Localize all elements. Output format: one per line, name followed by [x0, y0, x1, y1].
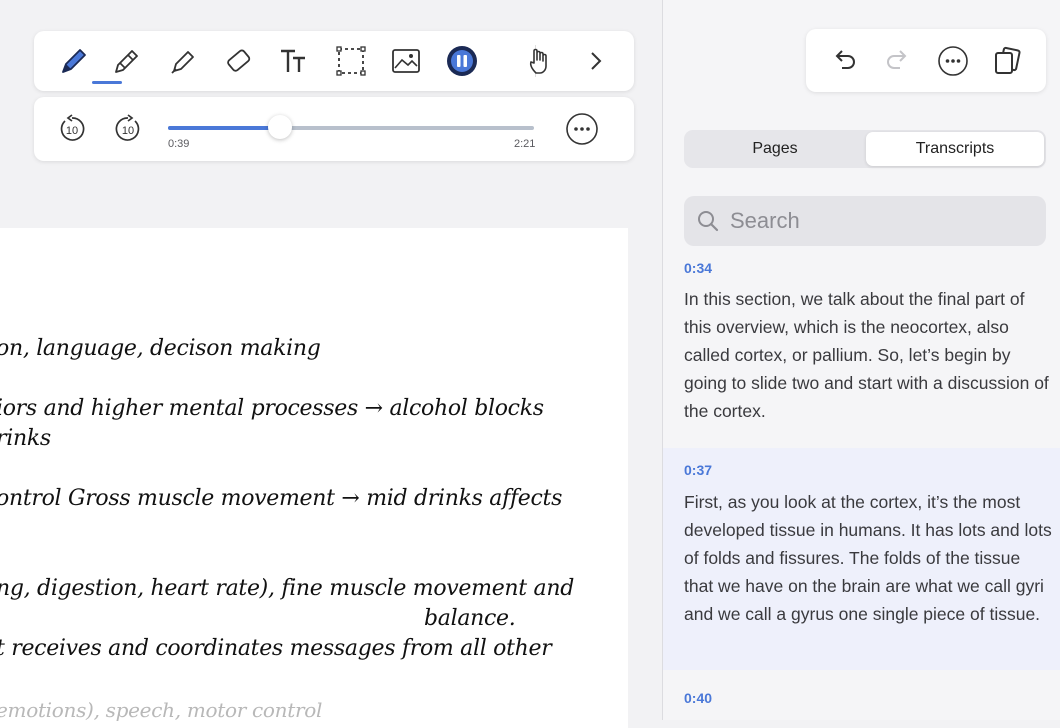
image-tool[interactable]	[386, 41, 426, 81]
skip-back-label: 10	[66, 125, 78, 137]
drawing-toolbar	[34, 31, 634, 91]
highlighter-icon	[171, 51, 194, 74]
note-line: on, language, decison making	[0, 336, 321, 361]
skip-forward-10-icon: 10	[115, 114, 140, 141]
selected-tool-indicator	[92, 81, 122, 84]
page-actions-bar	[806, 29, 1046, 92]
highlighter-tool[interactable]	[163, 41, 203, 81]
note-line: ontrol Gross muscle movement → mid drink…	[0, 486, 563, 511]
undo-button[interactable]	[826, 43, 862, 79]
skip-back-button[interactable]: 10	[56, 113, 88, 145]
transcript-search-input[interactable]: Search	[684, 196, 1046, 246]
note-line: balance.	[424, 606, 516, 631]
skip-forward-label: 10	[122, 125, 134, 137]
eraser-icon	[227, 49, 251, 72]
hand-icon	[529, 48, 547, 74]
text-icon	[281, 49, 305, 72]
note-line: t receives and coordinates messages from…	[0, 636, 552, 661]
transcript-segment[interactable]: 0:34 In this section, we talk about the …	[663, 255, 1060, 445]
transcript-list[interactable]: 0:34 In this section, we talk about the …	[663, 255, 1060, 720]
pause-icon	[447, 46, 477, 76]
hand-tool[interactable]	[521, 41, 561, 81]
playback-more-button[interactable]	[565, 112, 599, 146]
pages-view-button[interactable]	[989, 43, 1025, 79]
more-icon	[566, 113, 598, 145]
timestamp[interactable]: 0:34	[684, 260, 712, 276]
more-icon	[938, 46, 968, 76]
skip-back-10-icon: 10	[60, 114, 85, 141]
pencil-tool[interactable]	[107, 41, 147, 81]
tab-pages[interactable]: Pages	[686, 132, 864, 166]
search-placeholder: Search	[730, 208, 800, 233]
tab-transcripts[interactable]: Transcripts	[866, 132, 1044, 166]
current-time: 0:39	[168, 138, 190, 150]
lasso-icon	[336, 46, 366, 76]
note-line: emotions), speech, motor control	[0, 698, 323, 722]
undo-icon	[835, 50, 855, 69]
note-line: iors and higher mental processes → alcoh…	[0, 396, 544, 421]
image-icon	[392, 49, 420, 73]
pen-icon	[62, 49, 86, 73]
pages-icon	[995, 46, 1021, 74]
timestamp[interactable]: 0:40	[684, 690, 712, 706]
note-page[interactable]: on, language, decison making iors and hi…	[0, 228, 628, 728]
transcript-text: In this section, we talk about the final…	[684, 289, 1049, 421]
audio-playback-bar: 10 10 0:39 2:21	[34, 97, 634, 161]
note-line: rinks	[0, 426, 51, 451]
transcript-segment[interactable]: 0:40	[663, 670, 1060, 720]
scrubber-thumb[interactable]	[268, 115, 293, 139]
search-icon	[698, 211, 719, 232]
transcript-text: First, as you look at the cortex, it’s t…	[684, 492, 1052, 624]
record-pause-tool[interactable]	[442, 41, 482, 81]
note-line: ng, digestion, heart rate), fine muscle …	[0, 576, 575, 601]
lasso-tool[interactable]	[331, 41, 371, 81]
eraser-tool[interactable]	[219, 41, 259, 81]
redo-button[interactable]	[880, 43, 916, 79]
total-time: 2:21	[514, 138, 536, 150]
redo-icon	[887, 50, 907, 69]
skip-forward-button[interactable]: 10	[112, 113, 144, 145]
more-options-button[interactable]	[935, 43, 971, 79]
chevron-right-icon	[591, 52, 602, 70]
playback-scrubber[interactable]	[168, 115, 534, 139]
timestamp[interactable]: 0:37	[684, 462, 712, 478]
playback-progress	[168, 126, 281, 130]
text-tool[interactable]	[274, 41, 314, 81]
pencil-icon	[115, 50, 138, 73]
more-tools[interactable]	[576, 41, 616, 81]
pen-tool[interactable]	[54, 41, 94, 81]
panel-tab-switcher: Pages Transcripts	[684, 130, 1046, 168]
transcript-segment-active[interactable]: 0:37 First, as you look at the cortex, i…	[663, 448, 1060, 670]
